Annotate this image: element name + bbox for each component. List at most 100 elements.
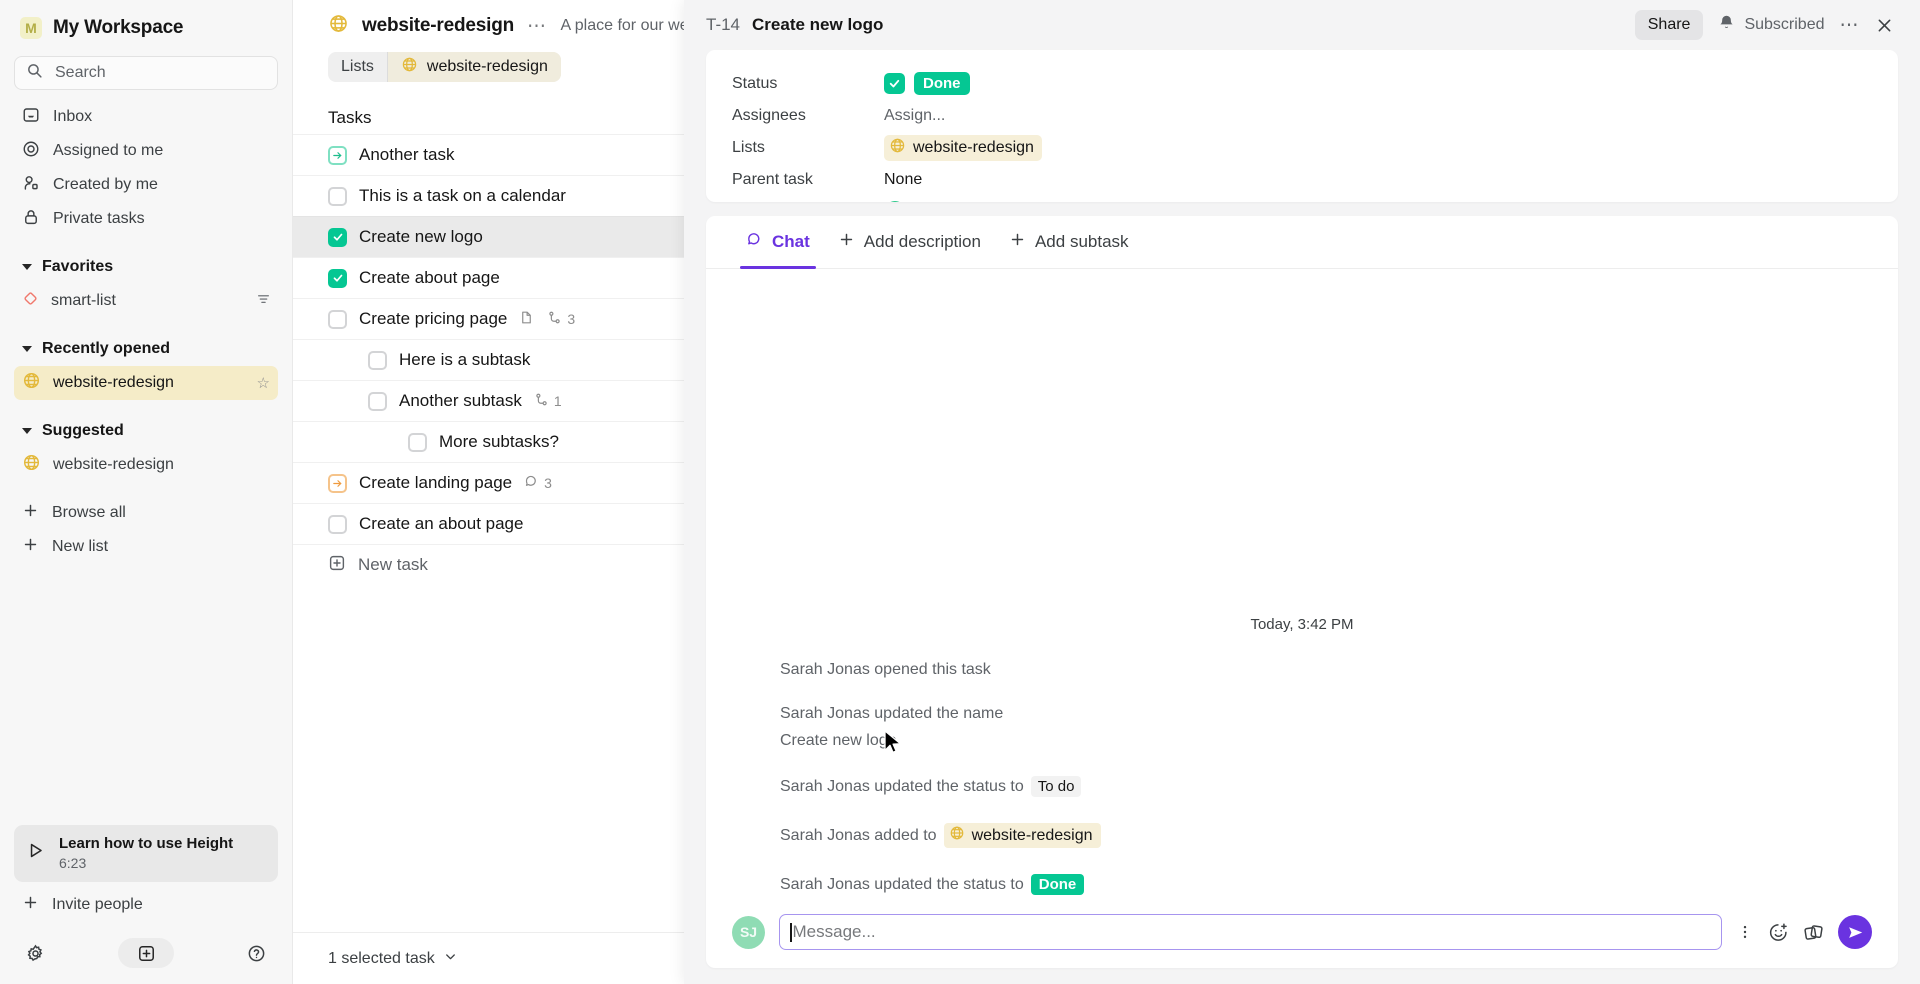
- task-title: Create pricing page: [359, 309, 508, 328]
- task-title: This is a task on a calendar: [359, 186, 566, 205]
- task-title: Create landing page: [359, 473, 513, 492]
- sidebar-item-smart-list[interactable]: smart-list: [14, 284, 278, 318]
- task-meta: 3: [519, 310, 575, 328]
- sidebar-item-assigned-to-me[interactable]: Assigned to me: [14, 134, 278, 168]
- activity-text: Sarah Jonas updated the status to: [780, 777, 1024, 795]
- close-icon[interactable]: [1875, 16, 1894, 35]
- activity-text: Sarah Jonas updated the status to: [780, 875, 1024, 893]
- chevron-down-icon[interactable]: [443, 949, 458, 969]
- plus-icon: [22, 502, 39, 524]
- sidebar-section-recently-opened[interactable]: Recently opened: [14, 334, 278, 364]
- activity-event: Create new logo: [732, 732, 1872, 750]
- message-input[interactable]: Message...: [779, 914, 1722, 950]
- search-input[interactable]: Search: [14, 56, 278, 90]
- property-label: Status: [732, 74, 778, 92]
- send-button[interactable]: [1838, 915, 1872, 949]
- task-checkbox[interactable]: [328, 514, 347, 534]
- sidebar-section-suggested[interactable]: Suggested: [14, 416, 278, 446]
- property-row-created-by[interactable]: Created by SJ: [732, 196, 1872, 202]
- sidebar-item-inbox[interactable]: Inbox: [14, 100, 278, 134]
- tab-label: Chat: [772, 232, 810, 251]
- avatar: SJ: [884, 200, 906, 202]
- sidebar-action-invite-people[interactable]: Invite people: [14, 888, 278, 922]
- task-checkbox[interactable]: [328, 309, 347, 329]
- property-row-status[interactable]: Status Done: [732, 68, 1872, 99]
- property-row-assignees[interactable]: Assignees Assign...: [732, 100, 1872, 131]
- learn-promo-card[interactable]: Learn how to use Height 6:23: [14, 824, 278, 882]
- parent-task-value[interactable]: None: [884, 171, 922, 189]
- assignees-value[interactable]: Assign...: [884, 107, 945, 125]
- sidebar-action-new-list[interactable]: New list: [14, 530, 278, 564]
- tab-add-subtask[interactable]: Add subtask: [995, 216, 1143, 269]
- plus-icon: [838, 231, 855, 253]
- breadcrumb-website-redesign[interactable]: website-redesign: [387, 52, 561, 82]
- activity-text: Sarah Jonas opened this task: [780, 661, 991, 678]
- task-checkbox[interactable]: [368, 350, 387, 370]
- property-value[interactable]: website-redesign: [884, 134, 1042, 161]
- subscribed-button[interactable]: Subscribed: [1718, 14, 1825, 36]
- property-value[interactable]: SJ: [884, 200, 906, 202]
- status-checkbox-done[interactable]: [884, 73, 905, 94]
- detail-options-button[interactable]: ⋯: [1840, 14, 1861, 37]
- plus-square-icon[interactable]: [118, 938, 174, 968]
- plus-square-icon: [328, 554, 346, 577]
- sidebar-item-private-tasks[interactable]: Private tasks: [14, 202, 278, 236]
- chat-activity-feed: Today, 3:42 PM Sarah Jonas opened this t…: [706, 269, 1898, 914]
- task-checkbox-done[interactable]: [328, 227, 347, 247]
- sidebar-action-browse-all[interactable]: Browse all: [14, 496, 278, 530]
- document-icon: [519, 310, 534, 328]
- emoji-icon[interactable]: [1768, 922, 1789, 943]
- activity-text: Sarah Jonas updated the name: [780, 705, 1004, 722]
- chat-bubble-icon: [746, 231, 763, 253]
- task-title: Create an about page: [359, 514, 524, 533]
- star-icon[interactable]: ☆: [257, 374, 270, 392]
- task-title: Create about page: [359, 268, 500, 287]
- workspace-avatar: M: [20, 17, 42, 39]
- chat-date-divider: Today, 3:42 PM: [1250, 616, 1354, 633]
- task-meta: 3: [524, 474, 552, 492]
- inbox-icon: [22, 106, 40, 129]
- sidebar-item-website-redesign-recent[interactable]: website-redesign ☆: [14, 366, 278, 400]
- sidebar-item-label: Inbox: [53, 108, 93, 125]
- activity-event: Sarah Jonas added to website-redesign: [732, 823, 1872, 848]
- kebab-menu-icon[interactable]: [1736, 923, 1754, 941]
- plus-icon: [22, 894, 39, 916]
- property-row-parent-task[interactable]: Parent task None: [732, 164, 1872, 195]
- list-options-button[interactable]: ⋯: [527, 15, 548, 38]
- tab-label: Add subtask: [1034, 232, 1129, 251]
- property-row-lists[interactable]: Lists website-redesign: [732, 132, 1872, 163]
- property-value[interactable]: Done: [884, 72, 970, 95]
- sidebar-item-website-redesign-suggested[interactable]: website-redesign: [14, 448, 278, 482]
- task-checkbox[interactable]: [328, 186, 347, 206]
- task-state-arrow-icon[interactable]: [328, 473, 347, 493]
- chevron-down-icon: [22, 264, 32, 270]
- sticker-icon[interactable]: [1803, 922, 1824, 943]
- sidebar: M My Workspace Search Inbox Assigned to …: [0, 0, 293, 984]
- new-task-label: New task: [358, 555, 428, 574]
- task-checkbox[interactable]: [368, 391, 387, 411]
- subtask-count: 1: [553, 393, 562, 409]
- globe-icon: [949, 825, 965, 846]
- globe-icon: [328, 13, 349, 39]
- task-checkbox-done[interactable]: [328, 268, 347, 288]
- share-button[interactable]: Share: [1634, 10, 1704, 40]
- task-meta: 1: [534, 392, 562, 410]
- tab-chat[interactable]: Chat: [732, 216, 824, 269]
- breadcrumb-lists[interactable]: Lists: [328, 52, 387, 82]
- task-state-arrow-icon[interactable]: [328, 145, 347, 165]
- property-label: Parent task: [732, 170, 813, 188]
- sidebar-section-favorites[interactable]: Favorites: [14, 252, 278, 282]
- gear-icon[interactable]: [26, 944, 45, 963]
- sidebar-action-label: Invite people: [52, 896, 143, 913]
- sidebar-item-created-by-me[interactable]: Created by me: [14, 168, 278, 202]
- tab-add-description[interactable]: Add description: [824, 216, 995, 269]
- question-circle-icon[interactable]: [247, 944, 266, 963]
- task-title: Here is a subtask: [399, 350, 531, 369]
- activity-event: Sarah Jonas opened this task: [732, 661, 1872, 679]
- list-badge[interactable]: website-redesign: [884, 134, 1042, 161]
- workspace-header[interactable]: M My Workspace: [14, 0, 278, 56]
- task-title: Another subtask: [399, 391, 522, 410]
- task-checkbox[interactable]: [408, 432, 427, 452]
- chat-card: Chat Add description Add subtask Today, …: [706, 216, 1898, 968]
- app-root: M My Workspace Search Inbox Assigned to …: [0, 0, 1920, 984]
